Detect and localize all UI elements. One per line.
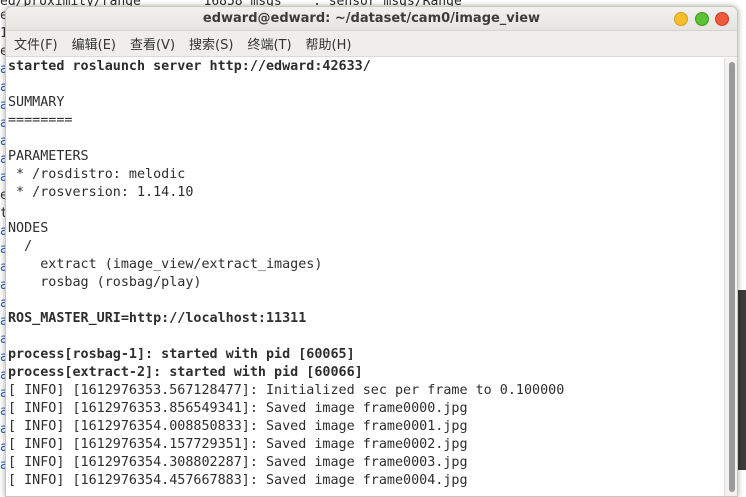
scrollbar[interactable] [724, 58, 737, 496]
terminal-line: * /rosversion: 1.14.10 [8, 185, 194, 200]
terminal-line: started roslaunch server http://edward:4… [8, 59, 371, 74]
terminal-line: ======== [8, 113, 73, 128]
title-bar[interactable]: edward@edward: ~/dataset/cam0/image_view [6, 7, 737, 31]
menu-help[interactable]: 帮助(H) [306, 34, 352, 53]
menu-search[interactable]: 搜索(S) [189, 34, 233, 53]
menu-edit[interactable]: 编辑(E) [72, 34, 116, 53]
menu-bar: 文件(F) 编辑(E) 查看(V) 搜索(S) 终端(T) 帮助(H) [6, 31, 737, 57]
terminal-line: PARAMETERS [8, 149, 89, 164]
background-window-right-edge [738, 290, 746, 470]
minimize-button[interactable] [674, 12, 688, 26]
terminal-line: / [8, 239, 33, 254]
terminal-line: [ INFO] [1612976354.157729351]: Saved im… [8, 437, 468, 452]
terminal-output[interactable]: started roslaunch server http://edward:4… [6, 58, 724, 496]
menu-terminal[interactable]: 终端(T) [247, 34, 291, 53]
menu-view[interactable]: 查看(V) [130, 34, 175, 53]
terminal-line: [ INFO] [1612976354.457667883]: Saved im… [8, 473, 468, 488]
terminal-line: [ INFO] [1612976353.856549341]: Saved im… [8, 401, 468, 416]
terminal-line: [ INFO] [1612976354.008850833]: Saved im… [8, 419, 468, 434]
terminal-line: [ INFO] [1612976353.567128477]: Initiali… [8, 383, 565, 398]
terminal-line: extract (image_view/extract_images) [8, 257, 323, 272]
terminal-line: process[extract-2]: started with pid [60… [8, 365, 363, 380]
terminal-line: ROS_MASTER_URI=http://localhost:11311 [8, 311, 307, 326]
menu-file[interactable]: 文件(F) [14, 34, 58, 53]
terminal-window: edward@edward: ~/dataset/cam0/image_view… [5, 6, 738, 497]
terminal-line: rosbag (rosbag/play) [8, 275, 202, 290]
scrollbar-thumb[interactable] [729, 62, 735, 492]
terminal-line: process[rosbag-1]: started with pid [600… [8, 347, 355, 362]
terminal-line: * /rosdistro: melodic [8, 167, 186, 182]
maximize-button[interactable] [695, 12, 709, 26]
close-button[interactable] [715, 12, 729, 26]
terminal-line: NODES [8, 221, 49, 236]
window-title: edward@edward: ~/dataset/cam0/image_view [202, 11, 541, 26]
terminal-line: SUMMARY [8, 95, 65, 110]
terminal-line: [ INFO] [1612976354.308802287]: Saved im… [8, 455, 468, 470]
